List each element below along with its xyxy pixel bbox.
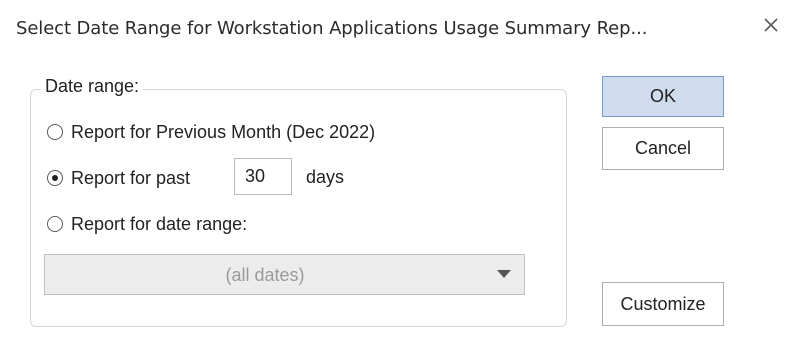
close-icon (764, 18, 778, 32)
option-previous-month-label: Report for Previous Month (Dec 2022) (71, 121, 376, 142)
option-past-days-label: Report for past (71, 167, 191, 188)
option-previous-month[interactable]: Report for Previous Month (Dec 2022) (47, 118, 375, 146)
date-range-legend: Date range: (41, 76, 144, 97)
radio-past-days[interactable] (47, 170, 63, 186)
radio-previous-month[interactable] (47, 124, 63, 140)
days-suffix-label: days (306, 167, 345, 187)
date-range-dialog: Select Date Range for Workstation Applic… (0, 0, 789, 339)
cancel-button[interactable]: Cancel (602, 127, 724, 170)
close-button[interactable] (758, 12, 784, 38)
ok-button[interactable]: OK (602, 76, 724, 117)
date-range-select-value: (all dates) (225, 265, 305, 285)
days-input[interactable] (234, 158, 292, 195)
title-bar: Select Date Range for Workstation Applic… (0, 0, 789, 62)
dialog-title: Select Date Range for Workstation Applic… (16, 18, 648, 39)
customize-button[interactable]: Customize (602, 282, 724, 326)
option-date-range[interactable]: Report for date range: (47, 210, 247, 238)
date-range-select[interactable]: (all dates) (44, 254, 525, 295)
chevron-down-icon (497, 270, 511, 278)
option-past-days[interactable]: Report for past (47, 164, 190, 192)
radio-date-range[interactable] (47, 216, 63, 232)
option-date-range-label: Report for date range: (71, 213, 248, 234)
